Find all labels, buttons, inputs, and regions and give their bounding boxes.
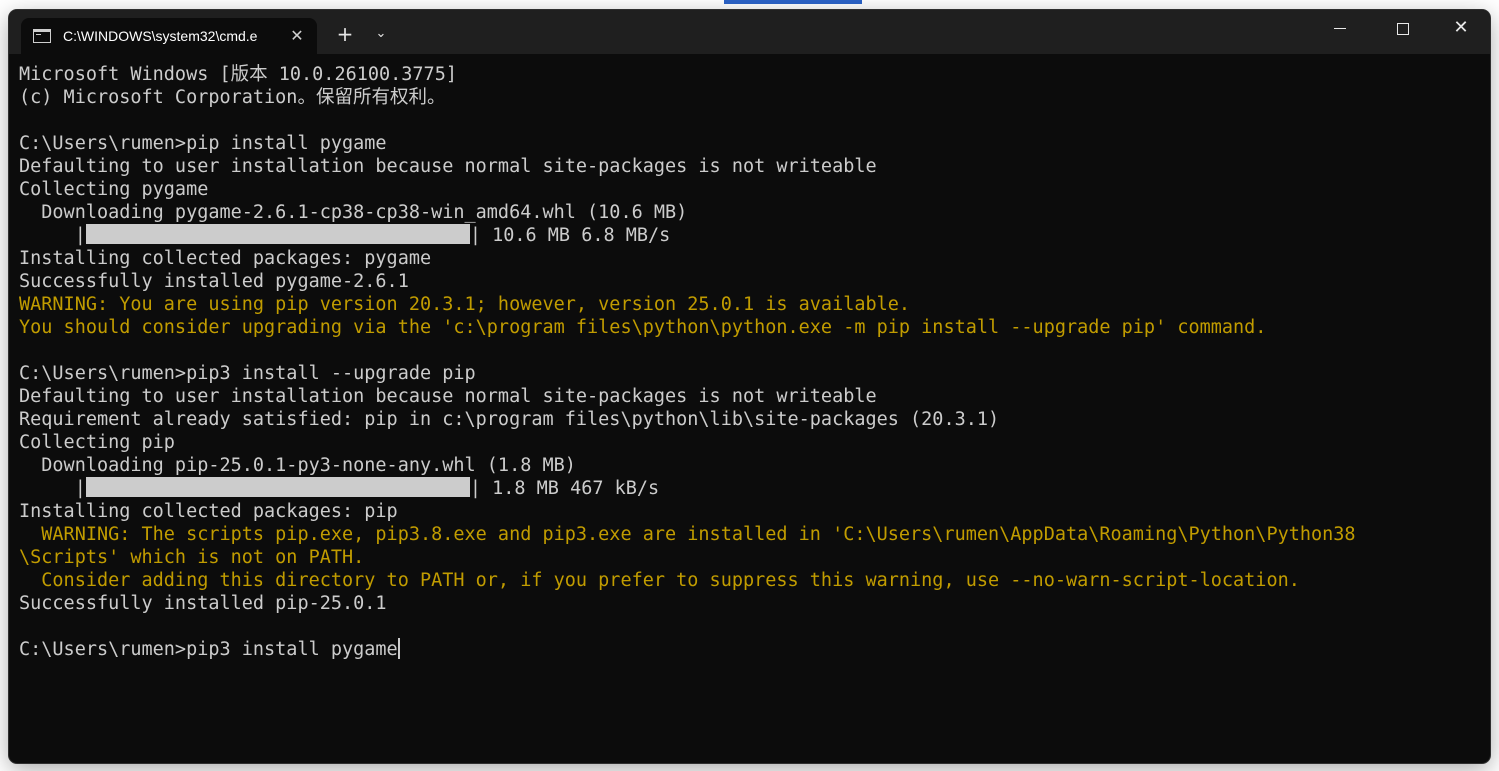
terminal-line: You should consider upgrading via the 'c…	[19, 316, 1356, 339]
terminal-line-text: |	[19, 478, 86, 499]
terminal-line: Consider adding this directory to PATH o…	[19, 569, 1356, 592]
terminal-line: C:\Users\rumen>pip install pygame	[19, 132, 1356, 155]
terminal-line: C:\Users\rumen>pip3 install pygame	[19, 638, 1356, 661]
terminal-line-text: Requirement already satisfied: pip in c:…	[19, 409, 1000, 430]
minimize-icon	[1334, 28, 1346, 29]
terminal-line: WARNING: You are using pip version 20.3.…	[19, 293, 1356, 316]
terminal-line-text: Collecting pip	[19, 432, 175, 453]
close-tab-icon[interactable]: ✕	[287, 26, 307, 46]
progress-stats: | 1.8 MB 467 kB/s	[469, 478, 660, 499]
terminal-output[interactable]: Microsoft Windows [版本 10.0.26100.3775] (c…	[19, 63, 1356, 661]
terminal-line-text: Consider adding this directory to PATH o…	[19, 570, 1300, 591]
tab-title: C:\WINDOWS\system32\cmd.e	[63, 28, 258, 44]
terminal-line: Microsoft Windows [版本 10.0.26100.3775]	[19, 63, 1356, 86]
terminal-line-text: Downloading pip-25.0.1-py3-none-any.whl …	[19, 455, 576, 476]
scrollbar[interactable]	[1482, 62, 1488, 752]
terminal-line-text: Downloading pygame-2.6.1-cp38-cp38-win_a…	[19, 202, 688, 223]
title-bar[interactable]: C:\WINDOWS\system32\cmd.e ✕ + ⌄ ✕	[9, 10, 1490, 54]
terminal-line: Requirement already satisfied: pip in c:…	[19, 408, 1356, 431]
minimize-button[interactable]	[1311, 10, 1369, 46]
terminal-line-text: Collecting pygame	[19, 179, 209, 200]
terminal-window: C:\WINDOWS\system32\cmd.e ✕ + ⌄ ✕ Micros…	[9, 10, 1490, 763]
terminal-line: Defaulting to user installation because …	[19, 155, 1356, 178]
terminal-line: \Scripts' which is not on PATH.	[19, 546, 1356, 569]
progress-bar	[85, 224, 470, 244]
terminal-line: (c) Microsoft Corporation。保留所有权利。	[19, 86, 1356, 109]
terminal-line: Successfully installed pip-25.0.1	[19, 592, 1356, 615]
terminal-line-text: Defaulting to user installation because …	[19, 386, 877, 407]
terminal-line: | | 10.6 MB 6.8 MB/s	[19, 224, 1356, 247]
tab-cmd[interactable]: C:\WINDOWS\system32\cmd.e ✕	[21, 18, 317, 54]
background-highlight	[724, 0, 862, 4]
terminal-line-text: Microsoft Windows [版本 10.0.26100.3775]	[19, 64, 457, 85]
terminal-line-text: Installing collected packages: pip	[19, 501, 398, 522]
terminal-line: Successfully installed pygame-2.6.1	[19, 270, 1356, 293]
close-icon: ✕	[1453, 17, 1469, 38]
terminal-line: C:\Users\rumen>pip3 install --upgrade pi…	[19, 362, 1356, 385]
terminal-line-text: (c) Microsoft Corporation。保留所有权利。	[19, 87, 446, 108]
new-tab-button[interactable]: +	[331, 22, 359, 46]
close-window-button[interactable]: ✕	[1432, 10, 1490, 46]
terminal-line-text: Successfully installed pygame-2.6.1	[19, 271, 409, 292]
progress-bar	[85, 477, 470, 497]
terminal-line-text: C:\Users\rumen>pip install pygame	[19, 133, 387, 154]
terminal-line: Installing collected packages: pygame	[19, 247, 1356, 270]
terminal-line: Collecting pip	[19, 431, 1356, 454]
terminal-line: Installing collected packages: pip	[19, 500, 1356, 523]
terminal-line-text: WARNING: You are using pip version 20.3.…	[19, 294, 911, 315]
terminal-line-text: Successfully installed pip-25.0.1	[19, 593, 387, 614]
terminal-line-text: |	[19, 225, 86, 246]
maximize-button[interactable]	[1374, 10, 1432, 46]
terminal-line: | | 1.8 MB 467 kB/s	[19, 477, 1356, 500]
terminal-line: Collecting pygame	[19, 178, 1356, 201]
terminal-line: WARNING: The scripts pip.exe, pip3.8.exe…	[19, 523, 1356, 546]
terminal-line: Downloading pip-25.0.1-py3-none-any.whl …	[19, 454, 1356, 477]
terminal-line: Downloading pygame-2.6.1-cp38-cp38-win_a…	[19, 201, 1356, 224]
terminal-line-text: Defaulting to user installation because …	[19, 156, 877, 177]
terminal-line-text: C:\Users\rumen>pip3 install --upgrade pi…	[19, 363, 476, 384]
terminal-line-text: You should consider upgrading via the 'c…	[19, 317, 1267, 338]
chevron-down-icon[interactable]: ⌄	[369, 22, 393, 46]
terminal-line-text: Installing collected packages: pygame	[19, 248, 432, 269]
terminal-icon	[33, 29, 51, 43]
terminal-line-text: C:\Users\rumen>pip3 install pygame	[19, 639, 398, 660]
maximize-icon	[1397, 22, 1409, 35]
terminal-line-text: WARNING: The scripts pip.exe, pip3.8.exe…	[19, 524, 1356, 545]
progress-stats: | 10.6 MB 6.8 MB/s	[469, 225, 671, 246]
terminal-line-text: \Scripts' which is not on PATH.	[19, 547, 365, 568]
text-cursor	[397, 638, 400, 659]
terminal-line: Defaulting to user installation because …	[19, 385, 1356, 408]
